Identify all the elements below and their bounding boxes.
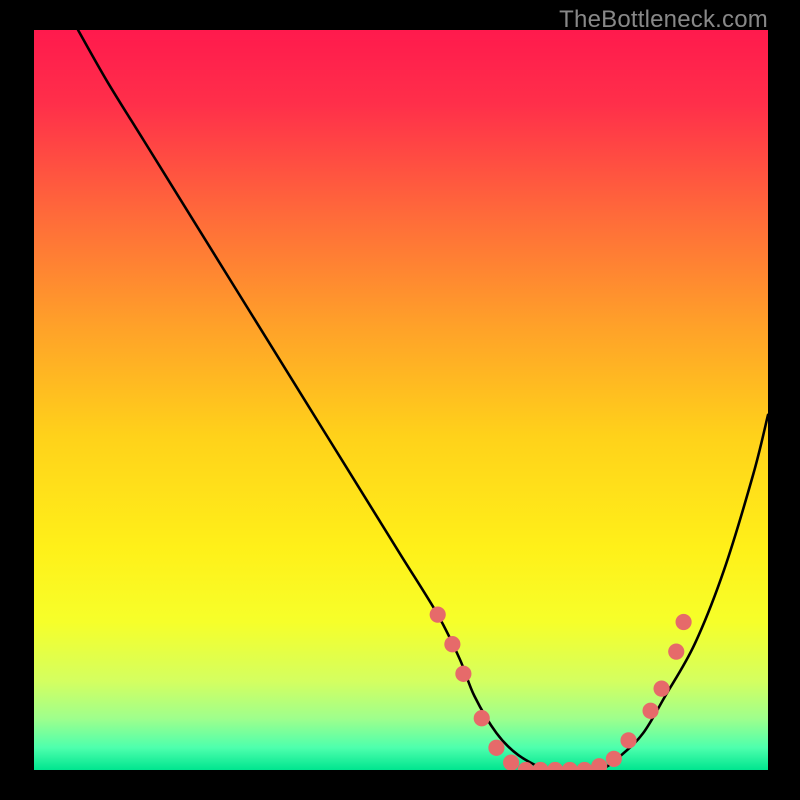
data-point: [576, 762, 592, 770]
data-point: [653, 680, 669, 696]
chart-plot-layer: [34, 30, 768, 770]
data-point: [591, 758, 607, 770]
data-point: [562, 762, 578, 770]
data-point: [503, 754, 519, 770]
chart-frame: [34, 30, 768, 770]
data-point: [488, 740, 504, 756]
data-point: [606, 751, 622, 767]
data-point: [532, 762, 548, 770]
bottleneck-curve: [78, 30, 768, 770]
data-point: [430, 606, 446, 622]
data-point: [620, 732, 636, 748]
data-point: [547, 762, 563, 770]
data-points-group: [430, 606, 692, 770]
data-point: [676, 614, 692, 630]
data-point: [668, 643, 684, 659]
data-point: [455, 666, 471, 682]
data-point: [474, 710, 490, 726]
data-point: [642, 703, 658, 719]
data-point: [444, 636, 460, 652]
